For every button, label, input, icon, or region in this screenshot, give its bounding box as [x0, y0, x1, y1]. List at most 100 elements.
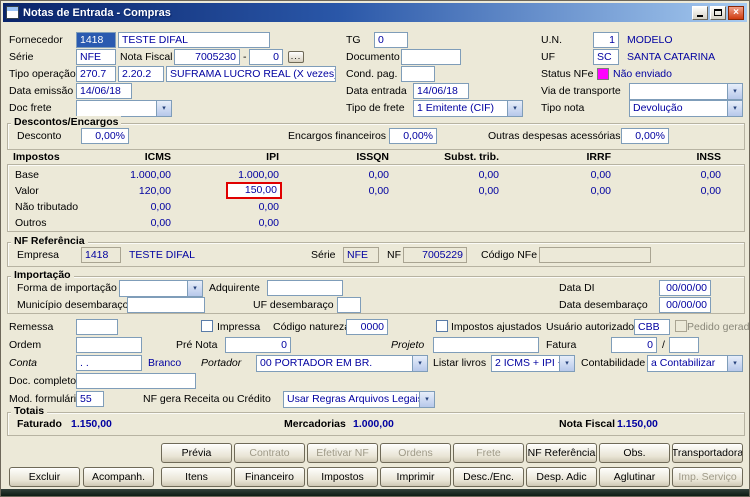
impostos-column-irrf: IRRF — [586, 151, 612, 163]
dropdown-arrow-icon[interactable]: ▾ — [412, 356, 427, 371]
efetivar-nf-button: Efetivar NF — [307, 443, 378, 463]
transportadora-button[interactable]: Transportadora — [672, 443, 743, 463]
minimize-button[interactable] — [692, 5, 708, 20]
obs-button[interactable]: Obs. — [599, 443, 670, 463]
outras-despesas-input[interactable]: 0,00% — [621, 128, 669, 144]
via-transporte-combo[interactable]: ▾ — [629, 83, 743, 100]
outros-icms-value: 0,00 — [150, 217, 171, 229]
dropdown-arrow-icon[interactable]: ▾ — [559, 356, 574, 371]
desp-adic-button[interactable]: Desp. Adic — [526, 467, 597, 487]
fornecedor-name-input[interactable]: TESTE DIFAL — [118, 32, 270, 48]
dropdown-arrow-icon[interactable]: ▾ — [507, 101, 522, 116]
base-inss-value: 0,00 — [700, 169, 721, 181]
close-button[interactable]: × — [728, 5, 744, 20]
fatura-input[interactable]: 0 — [611, 337, 657, 353]
mercadorias-value: 1.000,00 — [353, 418, 394, 430]
mod-formulario-input[interactable]: 55 — [76, 391, 104, 407]
impostos-column-icms: ICMS — [144, 151, 171, 163]
dropdown-arrow-icon[interactable]: ▾ — [727, 84, 742, 99]
data-emissao-input[interactable]: 14/06/18 — [76, 83, 132, 99]
base-ipi-value: 1.000,00 — [238, 169, 279, 181]
tipo-nota-combo[interactable]: Devolução ▾ — [629, 100, 743, 117]
dropdown-arrow-icon[interactable]: ▾ — [419, 392, 434, 407]
base-irrf-value: 0,00 — [590, 169, 611, 181]
dropdown-arrow-icon[interactable]: ▾ — [727, 356, 742, 371]
browse-button[interactable]: ... — [288, 51, 304, 63]
previa-button[interactable]: Prévia — [161, 443, 232, 463]
encargos-input[interactable]: 0,00% — [389, 128, 437, 144]
fatura-seq-input[interactable] — [669, 337, 699, 353]
nota-fiscal-total-value: 1.150,00 — [617, 418, 658, 430]
impressa-checkbox[interactable] — [201, 320, 213, 332]
encargos-label: Encargos financeiros — [288, 130, 387, 142]
doc-frete-combo[interactable]: ▾ — [76, 100, 172, 117]
uf-input[interactable]: SC — [593, 49, 619, 65]
adquirente-input[interactable] — [267, 280, 343, 296]
dropdown-arrow-icon[interactable]: ▾ — [156, 101, 171, 116]
tipo-operacao-desc-input[interactable]: SUFRAMA LUCRO REAL (X vezes) — [166, 66, 336, 82]
nao-tributado-icms-value: 0,00 — [150, 201, 171, 213]
excluir-button[interactable]: Excluir — [9, 467, 80, 487]
valor-icms-value: 120,00 — [138, 185, 171, 197]
fornecedor-code-input[interactable]: 1418 — [76, 32, 116, 48]
data-entrada-input[interactable]: 14/06/18 — [413, 83, 469, 99]
un-input[interactable]: 1 — [593, 32, 619, 48]
doc-completo-input[interactable] — [76, 373, 196, 389]
conta-input[interactable]: . . — [76, 355, 142, 371]
ipi-valor-input[interactable]: 150,00 — [226, 182, 282, 199]
nota-fiscal-input[interactable]: 7005230 — [174, 49, 240, 65]
documento-input[interactable] — [401, 49, 461, 65]
contabilidade-combo[interactable]: a Contabilizar ▾ — [647, 355, 743, 372]
data-di-input[interactable]: 00/00/00 — [659, 280, 711, 296]
tipo-operacao-code2-input[interactable]: 2.20.2 — [118, 66, 164, 82]
usuario-autorizado-input[interactable]: CBB — [634, 319, 670, 335]
projeto-label: Projeto — [391, 339, 425, 351]
ordens-button: Ordens — [380, 443, 451, 463]
dropdown-arrow-icon[interactable]: ▾ — [187, 281, 202, 296]
municipio-desembaraco-input[interactable] — [127, 297, 205, 313]
tipo-operacao-code1-input[interactable]: 270.7 — [76, 66, 116, 82]
portador-combo[interactable]: 00 PORTADOR EM BR. ▾ — [256, 355, 428, 372]
data-desembaraco-input[interactable]: 00/00/00 — [659, 297, 711, 313]
valor-issqn-value: 0,00 — [368, 185, 389, 197]
remessa-input[interactable] — [76, 319, 118, 335]
valor-subst-value: 0,00 — [478, 185, 499, 197]
codigo-nfe-label: Código NFe — [481, 249, 538, 261]
doc-frete-label: Doc frete — [9, 102, 52, 114]
impostos-button[interactable]: Impostos — [307, 467, 378, 487]
tipo-frete-combo[interactable]: 1 Emitente (CIF) ▾ — [413, 100, 523, 117]
nota-fiscal-seq-input[interactable]: 0 — [249, 49, 283, 65]
uf-desembaraco-input[interactable] — [337, 297, 361, 313]
ordem-input[interactable] — [76, 337, 142, 353]
impostos-row-valor-label: Valor — [15, 185, 39, 197]
impostos-ajustados-checkbox[interactable] — [436, 320, 448, 332]
serie-input[interactable]: NFE — [76, 49, 116, 65]
codigo-natureza-input[interactable]: 0000 — [346, 319, 388, 335]
maximize-button[interactable] — [710, 5, 726, 20]
impostos-column-subst-trib: Subst. trib. — [444, 151, 499, 163]
nf-gera-combo[interactable]: Usar Regras Arquivos Legais ▾ — [283, 391, 435, 408]
pre-nota-input[interactable]: 0 — [225, 337, 291, 353]
desc-enc-button[interactable]: Desc./Enc. — [453, 467, 524, 487]
cond-pag-label: Cond. pag. — [346, 68, 398, 80]
financeiro-button[interactable]: Financeiro — [234, 467, 305, 487]
desconto-input[interactable]: 0,00% — [81, 128, 129, 144]
titlebar[interactable]: Notas de Entrada - Compras × — [3, 3, 747, 22]
window-icon — [6, 6, 19, 19]
acompanh-button[interactable]: Acompanh. — [83, 467, 154, 487]
impostos-column-issqn: ISSQN — [356, 151, 389, 163]
tipo-operacao-label: Tipo operação — [9, 68, 76, 80]
cond-pag-input[interactable] — [401, 66, 435, 82]
nf-referencia-button[interactable]: NF Referência — [526, 443, 597, 463]
maximize-icon — [714, 9, 722, 16]
tg-input[interactable]: 0 — [374, 32, 408, 48]
impostos-row-nao-tributado-label: Não tributado — [15, 201, 79, 213]
portador-label: Portador — [201, 357, 242, 369]
listar-livros-combo[interactable]: 2 ICMS + IPI + ISS ▾ — [491, 355, 575, 372]
aglutinar-button[interactable]: Aglutinar — [599, 467, 670, 487]
forma-importacao-combo[interactable]: ▾ — [119, 280, 203, 297]
dropdown-arrow-icon[interactable]: ▾ — [727, 101, 742, 116]
itens-button[interactable]: Itens — [161, 467, 232, 487]
imprimir-button[interactable]: Imprimir — [380, 467, 451, 487]
projeto-input[interactable] — [433, 337, 539, 353]
